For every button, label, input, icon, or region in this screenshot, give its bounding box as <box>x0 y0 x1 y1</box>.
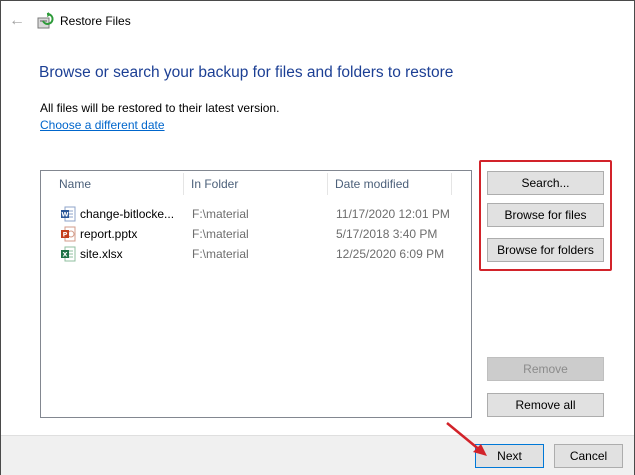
file-name: site.xlsx <box>80 247 123 261</box>
file-list[interactable]: Name In Folder Date modified W change-bi… <box>40 170 472 418</box>
file-row[interactable]: P report.pptx F:\material 5/17/2018 3:40… <box>41 224 471 244</box>
file-folder: F:\material <box>192 227 249 241</box>
svg-text:P: P <box>63 231 68 239</box>
cancel-button[interactable]: Cancel <box>554 444 623 468</box>
column-headers: Name In Folder Date modified <box>41 171 471 197</box>
window-title: Restore Files <box>60 14 131 28</box>
file-date-modified: 12/25/2020 6:09 PM <box>336 247 445 261</box>
file-name: change-bitlocke... <box>80 207 175 221</box>
column-header-folder[interactable]: In Folder <box>185 171 238 197</box>
file-folder: F:\material <box>192 207 249 221</box>
column-separator[interactable] <box>327 173 328 195</box>
svg-text:W: W <box>61 211 68 219</box>
restore-files-window: ← Restore Files Browse or search your ba… <box>0 0 635 475</box>
remove-all-button[interactable]: Remove all <box>487 393 604 417</box>
back-arrow-icon[interactable]: ← <box>7 11 27 31</box>
column-separator[interactable] <box>451 173 452 195</box>
column-header-name[interactable]: Name <box>53 171 91 197</box>
column-header-date[interactable]: Date modified <box>329 171 409 197</box>
browse-files-button[interactable]: Browse for files <box>487 203 604 227</box>
excel-icon: X <box>61 246 76 262</box>
file-date-modified: 5/17/2018 3:40 PM <box>336 227 438 241</box>
search-button[interactable]: Search... <box>487 171 604 195</box>
file-row[interactable]: W change-bitlocke... F:\material 11/17/2… <box>41 204 471 224</box>
remove-button[interactable]: Remove <box>487 357 604 381</box>
restore-info-text: All files will be restored to their late… <box>40 101 280 115</box>
title-bar: ← Restore Files <box>1 1 634 41</box>
word-icon: W <box>61 206 76 222</box>
powerpoint-icon: P <box>61 226 76 242</box>
page-heading: Browse or search your backup for files a… <box>39 64 454 81</box>
file-row[interactable]: X site.xlsx F:\material 12/25/2020 6:09 … <box>41 244 471 264</box>
annotation-arrow-icon <box>446 422 487 456</box>
svg-text:X: X <box>62 251 67 259</box>
column-separator[interactable] <box>183 173 184 195</box>
backup-restore-icon <box>37 12 54 29</box>
choose-date-link[interactable]: Choose a different date <box>40 118 165 132</box>
browse-folders-button[interactable]: Browse for folders <box>487 238 604 262</box>
file-date-modified: 11/17/2020 12:01 PM <box>336 207 450 221</box>
file-folder: F:\material <box>192 247 249 261</box>
file-name: report.pptx <box>80 227 138 241</box>
